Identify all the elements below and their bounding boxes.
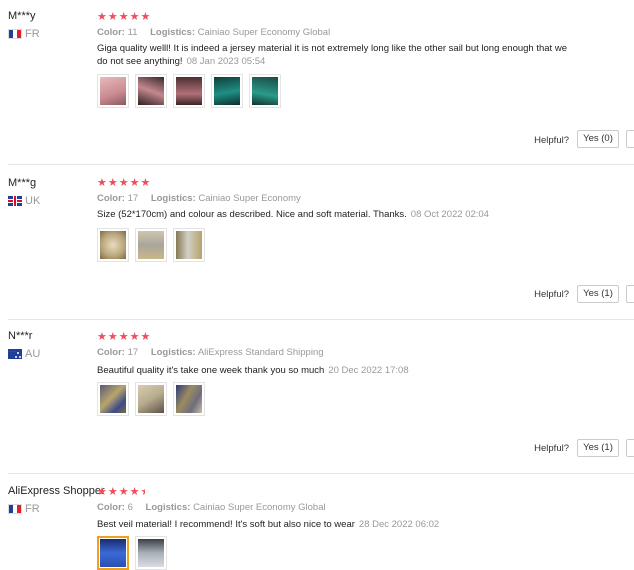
- helpful-yes-button[interactable]: Yes (0): [577, 130, 619, 148]
- star-rating: ★★★★★: [97, 486, 145, 498]
- reviewer-country: FR: [8, 503, 40, 515]
- reviewer-country: AU: [8, 348, 40, 360]
- reviewer-name: N***r: [8, 330, 33, 342]
- logistics-value: Cainiao Super Economy Global: [193, 502, 326, 513]
- review-date: 08 Jan 2023 05:54: [186, 56, 266, 67]
- review-photo-thumbnail[interactable]: [135, 536, 167, 570]
- color-value: 6: [127, 502, 133, 513]
- country-code: FR: [25, 28, 40, 40]
- helpful-label: Helpful?: [534, 135, 569, 146]
- review-photo-thumbnail[interactable]: [97, 536, 129, 570]
- helpful-yes-button[interactable]: Yes (1): [577, 439, 619, 457]
- review-photo-thumbnail[interactable]: [173, 382, 205, 416]
- review-photo-thumbnail[interactable]: [211, 74, 243, 108]
- review-photos: [97, 228, 205, 262]
- uk-flag-icon: [8, 196, 22, 206]
- color-value: 11: [127, 27, 138, 38]
- helpful-label: Helpful?: [534, 289, 569, 300]
- review-text: Beautiful quality it's take one week tha…: [97, 365, 409, 376]
- country-code: FR: [25, 503, 40, 515]
- review-text: Size (52*170cm) and colour as described.…: [97, 209, 489, 220]
- color-value: 17: [127, 347, 139, 358]
- helpful-no-button[interactable]: [626, 285, 634, 303]
- star-rating: ★★★★★: [97, 331, 152, 343]
- review-divider: [8, 473, 634, 474]
- review-date: 08 Oct 2022 02:04: [410, 209, 489, 220]
- review-photo-thumbnail[interactable]: [135, 228, 167, 262]
- reviewer-country: FR: [8, 28, 40, 40]
- australia-flag-icon: [8, 349, 22, 359]
- reviewer-name: M***g: [8, 177, 37, 189]
- review-date: 20 Dec 2022 17:08: [328, 365, 409, 376]
- review-meta: Color: 11 Logistics: Cainiao Super Econo…: [97, 27, 331, 38]
- review-photo-thumbnail[interactable]: [97, 74, 129, 108]
- review-divider: [8, 164, 634, 165]
- helpful-yes-button[interactable]: Yes (1): [577, 285, 619, 303]
- reviewer-name: AliExpress Shopper: [8, 485, 105, 497]
- review-photos: [97, 536, 167, 570]
- country-code: AU: [25, 348, 41, 360]
- helpful-no-button[interactable]: [626, 439, 634, 457]
- review-meta: Color: 17 Logistics: AliExpress Standard…: [97, 347, 324, 358]
- review-photo-thumbnail[interactable]: [97, 382, 129, 416]
- france-flag-icon: [8, 29, 22, 39]
- review-photo-thumbnail[interactable]: [173, 228, 205, 262]
- country-code: UK: [25, 195, 41, 207]
- logistics-value: Cainiao Super Economy Global: [197, 27, 331, 38]
- helpful-label: Helpful?: [534, 443, 569, 454]
- review-date: 28 Dec 2022 06:02: [358, 519, 440, 530]
- logistics-value: Cainiao Super Economy: [198, 193, 301, 204]
- reviewer-name: M***y: [8, 10, 36, 22]
- france-flag-icon: [8, 504, 22, 514]
- reviewer-country: UK: [8, 195, 40, 207]
- review-text: Giga quality welll! It is indeed a jerse…: [97, 43, 567, 67]
- review-photo-thumbnail[interactable]: [135, 74, 167, 108]
- logistics-value: AliExpress Standard Shipping: [197, 347, 324, 358]
- review-photo-thumbnail[interactable]: [173, 74, 205, 108]
- review-photos: [97, 382, 205, 416]
- review-meta: Color: 17 Logistics: Cainiao Super Econo…: [97, 193, 301, 204]
- color-value: 17: [127, 193, 139, 204]
- review-text: Best veil material! I recommend! It's so…: [97, 519, 440, 530]
- star-rating: ★★★★★: [97, 177, 152, 189]
- review-meta: Color: 6 Logistics: Cainiao Super Econom…: [97, 502, 326, 513]
- review-photo-thumbnail[interactable]: [135, 382, 167, 416]
- review-divider: [8, 319, 634, 320]
- helpful-no-button[interactable]: [626, 130, 634, 148]
- star-rating: ★★★★★: [97, 11, 152, 23]
- review-photo-thumbnail[interactable]: [97, 228, 129, 262]
- review-photos: [97, 74, 281, 108]
- review-photo-thumbnail[interactable]: [249, 74, 281, 108]
